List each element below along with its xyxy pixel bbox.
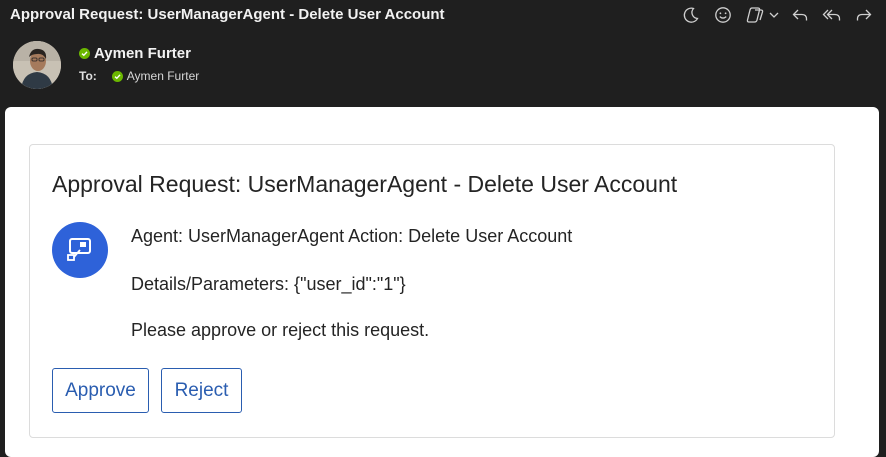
instruction-text: Please approve or reject this request.	[131, 320, 430, 340]
approve-button[interactable]: Approve	[52, 368, 149, 413]
presence-available-icon	[79, 48, 90, 59]
chevron-down-icon[interactable]	[768, 3, 780, 27]
message-header-bar: Approval Request: UserManagerAgent - Del…	[0, 0, 886, 30]
avatar[interactable]	[13, 41, 61, 89]
copilot-icon[interactable]	[743, 3, 767, 27]
moon-icon[interactable]	[679, 3, 703, 27]
presence-available-icon	[111, 70, 123, 82]
emoji-icon[interactable]	[711, 3, 735, 27]
power-automate-icon	[52, 222, 108, 278]
message-body: Approval Request: UserManagerAgent - Del…	[5, 107, 879, 457]
card-title: Approval Request: UserManagerAgent - Del…	[52, 171, 678, 197]
email-subject: Approval Request: UserManagerAgent - Del…	[10, 6, 445, 23]
reply-all-icon[interactable]	[820, 3, 844, 27]
forward-icon[interactable]	[852, 3, 876, 27]
recipient-name[interactable]: Aymen Furter	[127, 69, 199, 83]
approval-card: Approval Request: UserManagerAgent - Del…	[29, 144, 835, 438]
parameters-text: Details/Parameters: {"user_id":"1"}	[131, 274, 406, 294]
sender-info: Aymen Furter To: Aymen Furter	[0, 30, 886, 106]
message-toolbar	[671, 3, 876, 27]
recipients-row: To: Aymen Furter	[79, 69, 199, 83]
to-label: To:	[79, 69, 97, 83]
sender-row: Aymen Furter	[79, 45, 191, 62]
reply-icon[interactable]	[788, 3, 812, 27]
reject-button[interactable]: Reject	[161, 368, 242, 413]
sender-name[interactable]: Aymen Furter	[94, 45, 191, 62]
agent-action-text: Agent: UserManagerAgent Action: Delete U…	[131, 226, 573, 246]
